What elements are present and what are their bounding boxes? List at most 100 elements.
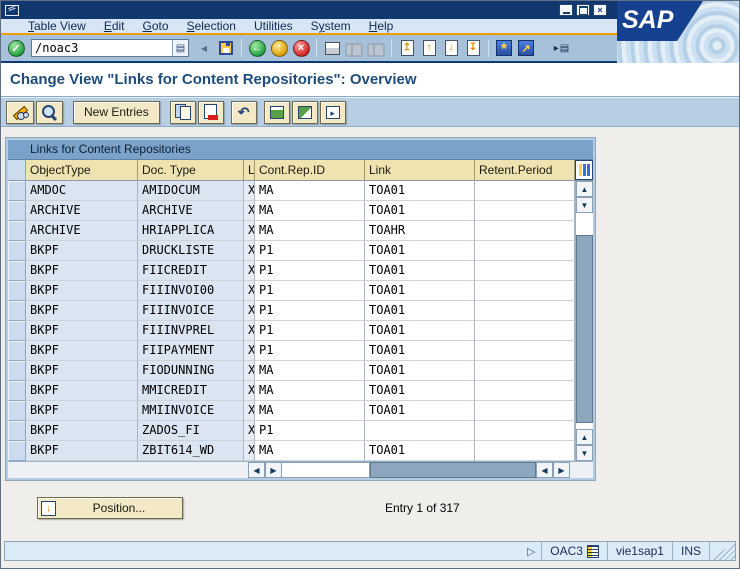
cell[interactable]: TOA01	[365, 321, 475, 341]
cell[interactable]: BKPF	[26, 341, 138, 361]
undo-change-button[interactable]: ↶	[231, 101, 257, 124]
cell[interactable]: FIIINVOI00	[138, 281, 244, 301]
status-services-icon[interactable]	[587, 545, 599, 558]
scroll-up-button-bottom[interactable]: ▲	[576, 429, 593, 445]
cell[interactable]: BKPF	[26, 361, 138, 381]
cell[interactable]: P1	[255, 301, 365, 321]
scroll-right-button-right[interactable]: ▶	[553, 462, 570, 478]
cell[interactable]	[475, 281, 575, 301]
scroll-left-button[interactable]: ◀	[248, 462, 265, 478]
maximize-button[interactable]	[576, 4, 590, 16]
cell[interactable]: BKPF	[26, 281, 138, 301]
cell[interactable]: MMIINVOICE	[138, 401, 244, 421]
cell[interactable]: HRIAPPLICA	[138, 221, 244, 241]
cell[interactable]: BKPF	[26, 321, 138, 341]
close-button[interactable]: ×	[593, 4, 607, 16]
cell[interactable]	[475, 201, 575, 221]
menu-selection[interactable]: Selection	[178, 19, 245, 33]
cell[interactable]	[475, 241, 575, 261]
cell[interactable]: X	[244, 341, 255, 361]
cell[interactable]: TOA01	[365, 301, 475, 321]
menu-table-view[interactable]: Table View	[19, 19, 95, 33]
cell[interactable]: FIICREDIT	[138, 261, 244, 281]
cell[interactable]	[475, 301, 575, 321]
cell[interactable]	[475, 421, 575, 441]
cell[interactable]: ZBIT614_WD	[138, 441, 244, 461]
cell[interactable]	[475, 381, 575, 401]
cell[interactable]	[365, 421, 475, 441]
cell[interactable]: X	[244, 321, 255, 341]
status-expand-button[interactable]: ▷	[521, 542, 541, 560]
cell[interactable]: MA	[255, 381, 365, 401]
cell[interactable]: X	[244, 301, 255, 321]
menu-utilities[interactable]: Utilities	[245, 19, 302, 33]
row-selector[interactable]	[8, 441, 26, 461]
exit-button[interactable]: ↑	[268, 37, 290, 59]
select-all-button[interactable]	[264, 101, 290, 124]
select-block-button[interactable]	[292, 101, 318, 124]
cell[interactable]	[475, 341, 575, 361]
row-selector[interactable]	[8, 281, 26, 301]
table-settings-button[interactable]	[575, 160, 593, 180]
cell[interactable]: FIIINVOICE	[138, 301, 244, 321]
menu-system[interactable]: System	[302, 19, 360, 33]
cell[interactable]: BKPF	[26, 261, 138, 281]
column-header-doc-type[interactable]: Doc. Type	[138, 160, 244, 180]
create-shortcut-button[interactable]: ↗	[515, 37, 537, 59]
page-up-button[interactable]: ↑	[418, 37, 440, 59]
cell[interactable]: TOA01	[365, 361, 475, 381]
header-selection-cell[interactable]	[8, 160, 26, 180]
cell[interactable]: P1	[255, 281, 365, 301]
scroll-right-button[interactable]: ▶	[265, 462, 282, 478]
cell[interactable]: X	[244, 201, 255, 221]
page-down-button[interactable]: ↓	[440, 37, 462, 59]
cell[interactable]: X	[244, 221, 255, 241]
cell[interactable]: MA	[255, 361, 365, 381]
row-selector[interactable]	[8, 241, 26, 261]
cell[interactable]: MA	[255, 401, 365, 421]
cell[interactable]: MMICREDIT	[138, 381, 244, 401]
cell[interactable]: ARCHIVE	[26, 221, 138, 241]
cell[interactable]: X	[244, 381, 255, 401]
row-selector[interactable]	[8, 261, 26, 281]
menu-help[interactable]: Help	[360, 19, 403, 33]
cell[interactable]: MA	[255, 201, 365, 221]
column-header-objecttype[interactable]: ObjectType	[26, 160, 138, 180]
cell[interactable]: BKPF	[26, 301, 138, 321]
row-selector[interactable]	[8, 321, 26, 341]
position-button[interactable]: ↓ Position...	[37, 497, 183, 519]
cell[interactable]: X	[244, 261, 255, 281]
last-page-button[interactable]: ↧	[462, 37, 484, 59]
cell[interactable]: BKPF	[26, 441, 138, 461]
cell[interactable]: FIODUNNING	[138, 361, 244, 381]
cell[interactable]	[475, 221, 575, 241]
cell[interactable]: BKPF	[26, 241, 138, 261]
cell[interactable]: TOAHR	[365, 221, 475, 241]
enter-button[interactable]: ✓	[5, 37, 27, 59]
cell[interactable]	[475, 361, 575, 381]
column-header-l[interactable]: L	[244, 160, 255, 180]
cell[interactable]: X	[244, 241, 255, 261]
cell[interactable]	[475, 261, 575, 281]
row-selector[interactable]	[8, 401, 26, 421]
cell[interactable]: TOA01	[365, 381, 475, 401]
menu-goto[interactable]: Goto	[134, 19, 178, 33]
cell[interactable]: AMDOC	[26, 181, 138, 201]
cell[interactable]: X	[244, 421, 255, 441]
row-selector[interactable]	[8, 301, 26, 321]
cell[interactable]: X	[244, 361, 255, 381]
column-header-link[interactable]: Link	[365, 160, 475, 180]
cell[interactable]: TOA01	[365, 261, 475, 281]
cell[interactable]: X	[244, 401, 255, 421]
cell[interactable]: P1	[255, 341, 365, 361]
row-selector[interactable]	[8, 181, 26, 201]
resize-grip[interactable]	[709, 542, 735, 560]
choose-detail-button[interactable]	[36, 101, 63, 124]
cell[interactable]: ARCHIVE	[26, 201, 138, 221]
vscroll-track[interactable]	[576, 213, 593, 235]
back-button[interactable]: ←	[246, 37, 268, 59]
cell[interactable]	[475, 181, 575, 201]
cell[interactable]	[475, 321, 575, 341]
command-history-button[interactable]: ▤	[172, 40, 188, 56]
cell[interactable]: X	[244, 441, 255, 461]
